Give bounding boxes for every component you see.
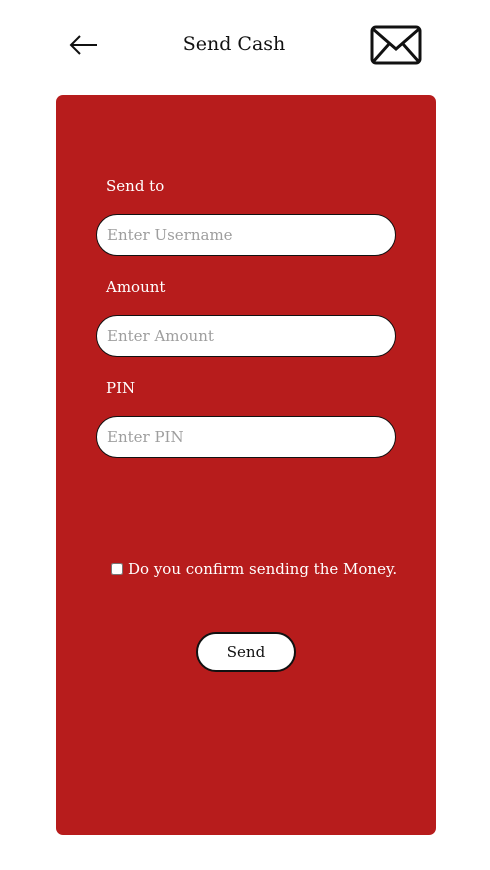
- app-header: Send Cash: [0, 0, 490, 95]
- pin-input[interactable]: [96, 416, 396, 458]
- send-cash-form: Send to Amount PIN Do you confirm sendin…: [56, 95, 436, 835]
- pin-label: PIN: [106, 379, 136, 397]
- amount-input[interactable]: [96, 315, 396, 357]
- mail-button[interactable]: [370, 25, 422, 65]
- confirm-label: Do you confirm sending the Money.: [128, 560, 398, 578]
- confirm-checkbox[interactable]: [111, 563, 123, 575]
- send-button[interactable]: Send: [196, 632, 296, 672]
- username-input[interactable]: [96, 214, 396, 256]
- envelope-icon: [370, 25, 422, 65]
- confirm-row[interactable]: Do you confirm sending the Money.: [111, 560, 397, 578]
- send-to-label: Send to: [106, 177, 165, 195]
- amount-label: Amount: [106, 278, 166, 296]
